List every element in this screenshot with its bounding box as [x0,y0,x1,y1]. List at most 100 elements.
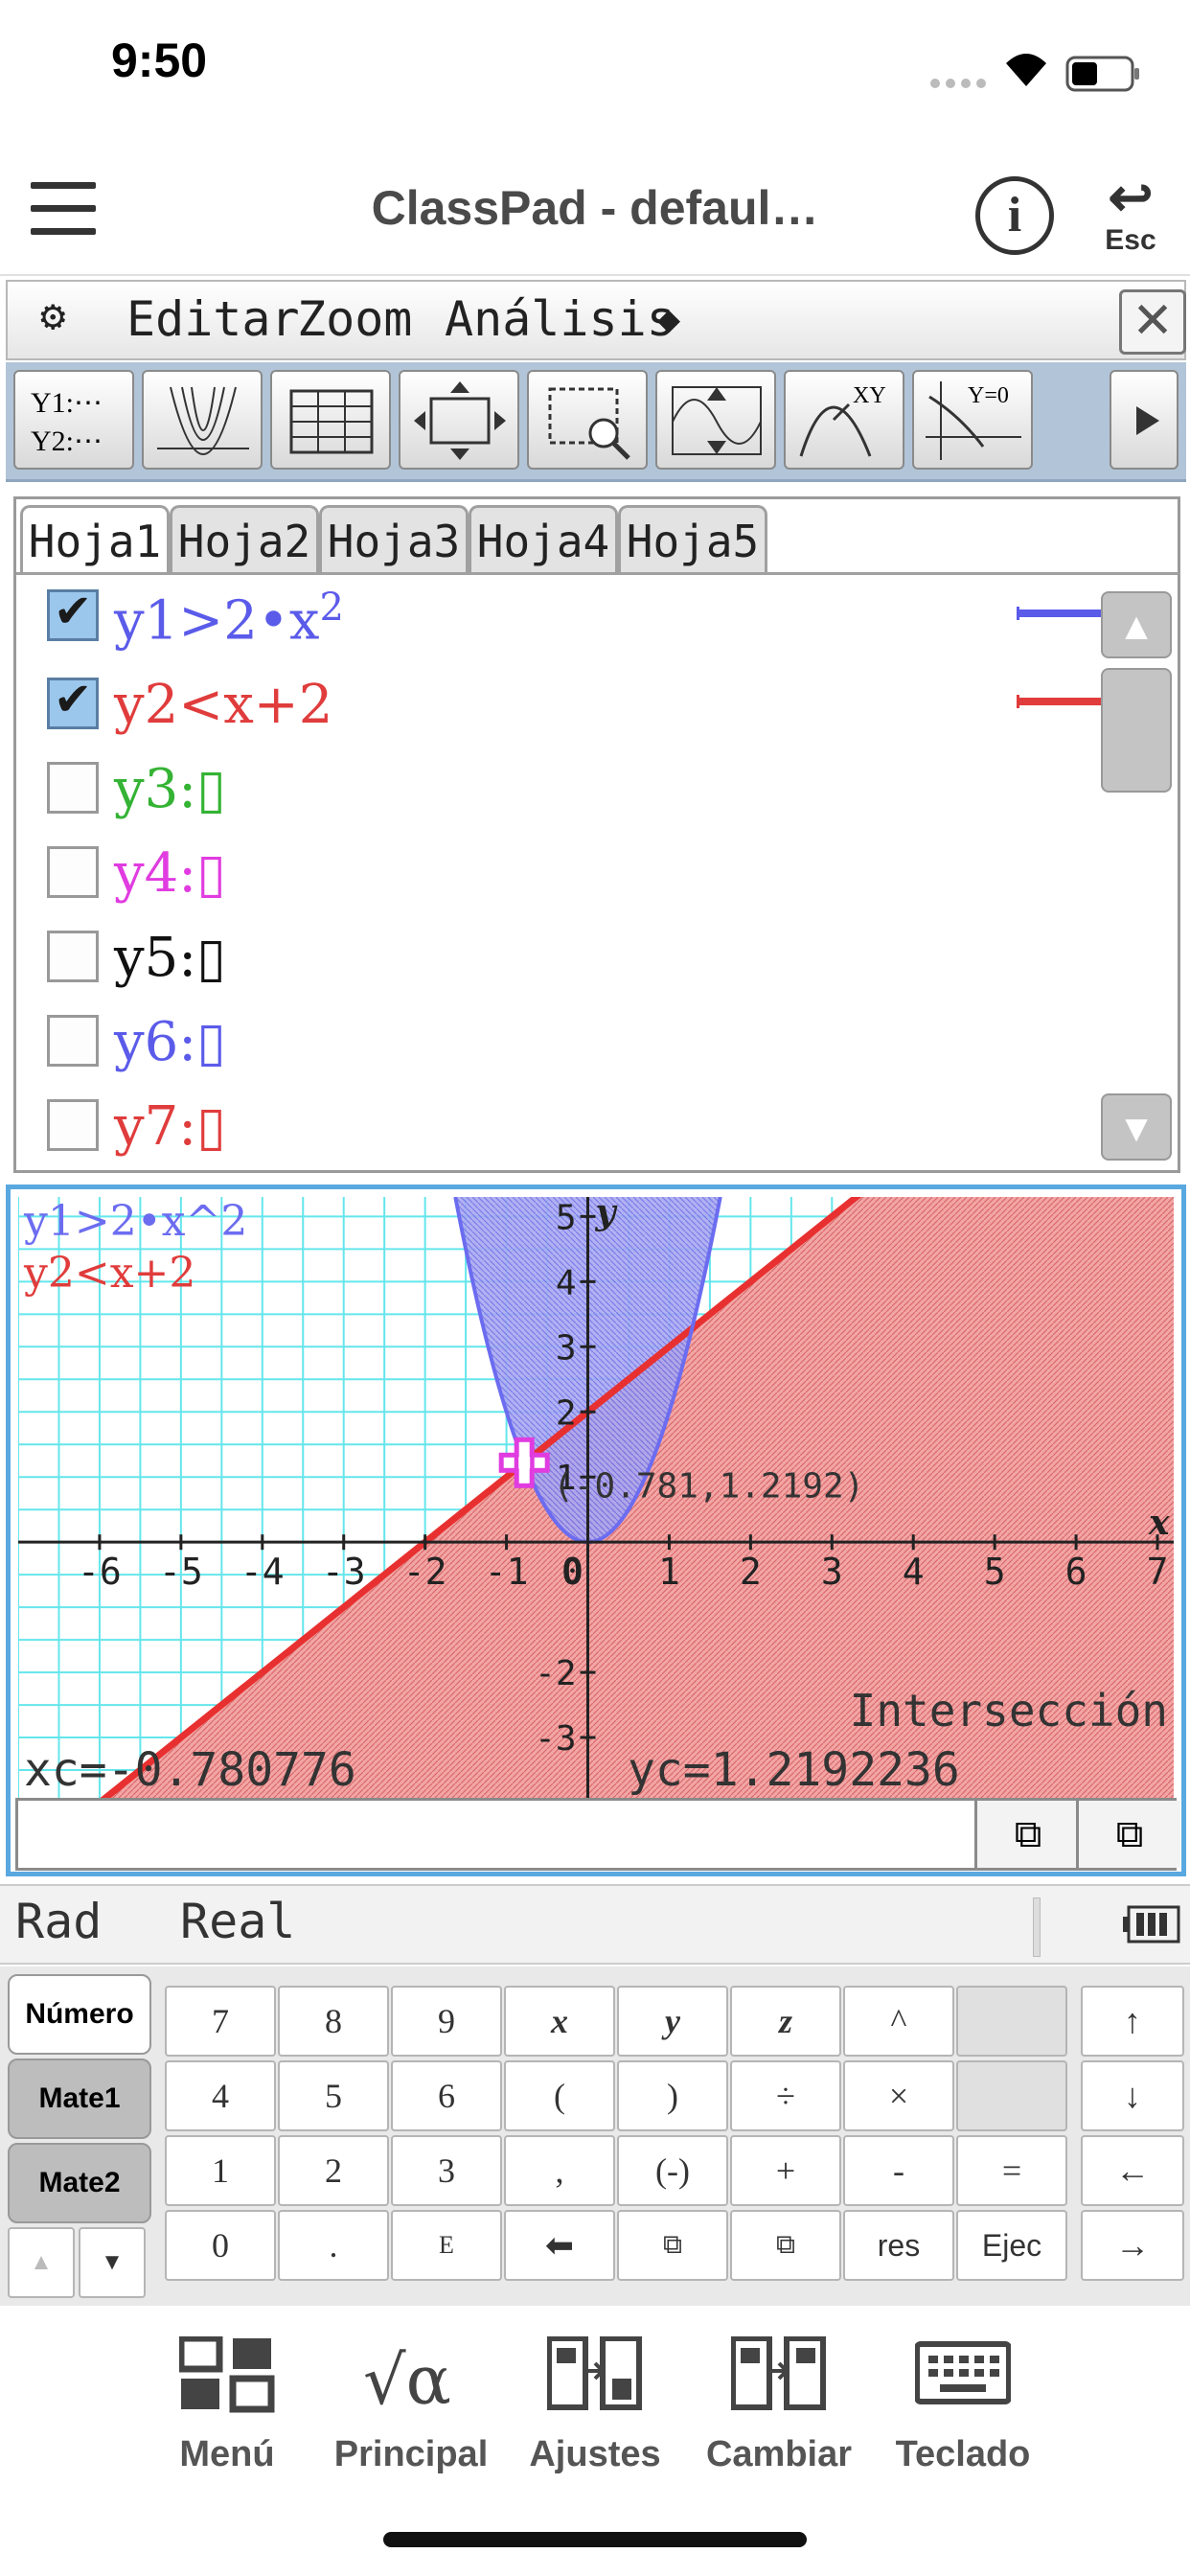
key-power[interactable]: ^ [843,1986,954,2057]
key-left-arrow[interactable]: ← [1081,2135,1184,2206]
checkbox-y2[interactable] [47,673,99,729]
tab-hoja5[interactable]: Hoja5 [618,505,767,572]
key-5[interactable]: 5 [278,2060,389,2131]
checkbox-y3[interactable] [47,762,99,814]
key-copy[interactable]: ⧉ [617,2210,728,2281]
angle-mode[interactable]: Rad [15,1894,102,1949]
tab-hoja4[interactable]: Hoja4 [469,505,618,572]
key-plus[interactable]: + [730,2135,841,2206]
tab-hoja2[interactable]: Hoja2 [170,505,319,572]
menu-zoom[interactable]: Zoom [297,291,412,347]
key-divide[interactable]: ÷ [730,2060,841,2131]
nav-cambiar[interactable]: Cambiar [688,2329,870,2482]
key-z[interactable]: z [730,1986,841,2057]
key-6[interactable]: 6 [391,2060,502,2131]
key-1[interactable]: 1 [165,2135,276,2206]
key-7[interactable]: 7 [165,1986,276,2057]
y1-y2-editor-icon[interactable]: Y1:⋯ Y2:⋯ [13,370,134,470]
equation-row-y7[interactable]: y7:▯ [32,1090,1137,1166]
info-icon[interactable]: i [975,176,1054,255]
equation-row-y3[interactable]: y3:▯ [32,752,1137,829]
key-multiply[interactable]: × [843,2060,954,2131]
gear-icon[interactable]: ⚙ [40,291,66,340]
equation-row-y2[interactable]: y2<x+2 [32,668,1137,745]
equation-row-y5[interactable]: y5:▯ [32,921,1137,998]
checkbox-y1[interactable] [47,585,99,641]
copy-icon[interactable]: ⧉ [974,1801,1079,1868]
menu-editar[interactable]: Editar [126,291,300,347]
root-y0-icon[interactable]: Y=0 [912,370,1033,470]
menu-analisis[interactable]: Análisis [445,291,675,347]
graph-window[interactable]: xy -6 -5 -4 -3 -2 -1 0 1 2 3 4 5 6 7 5 4 3 2 1 -2 -3 (-0.781… [6,1184,1186,1876]
equation-y5[interactable]: y5:▯ [114,927,226,989]
key-3[interactable]: 3 [391,2135,502,2206]
key-4[interactable]: 4 [165,2060,276,2131]
checkbox-y4[interactable] [47,846,99,898]
number-mode[interactable]: Real [180,1894,295,1949]
y-axis-label: y [595,1197,618,1232]
nav-principal[interactable]: √α Principal [320,2329,502,2482]
key-close-paren[interactable]: ) [617,2060,728,2131]
key-exponent[interactable]: E [391,2210,502,2281]
key-minus[interactable]: - [843,2135,954,2206]
scroll-down-icon[interactable]: ▼ [1101,1093,1172,1161]
nav-menu[interactable]: Menú [136,2329,318,2482]
equation-y1[interactable]: y1>2•x2 [114,586,344,653]
key-down-arrow[interactable]: ↓ [1081,2060,1184,2131]
zoom-box-icon[interactable] [527,370,648,470]
equation-y2[interactable]: y2<x+2 [114,674,332,736]
key-negative[interactable]: (-) [617,2135,728,2206]
key-open-paren[interactable]: ( [504,2060,615,2131]
checkbox-y7[interactable] [47,1099,99,1151]
graph-plot[interactable]: xy -6 -5 -4 -3 -2 -1 0 1 2 3 4 5 6 754321-2-3 (-0.781… [18,1197,1174,1803]
equation-y3[interactable]: y3:▯ [114,758,226,820]
equation-y6[interactable]: y6:▯ [114,1011,226,1073]
esc-button[interactable]: ↩ Esc [1092,171,1169,266]
nav-ajustes[interactable]: Ajustes [504,2329,686,2482]
equation-y7[interactable]: y7:▯ [114,1095,226,1158]
line-style-swatch-y1[interactable] [1017,607,1105,620]
keypad-tab-numero[interactable]: Número [8,1974,151,2055]
key-decimal[interactable]: . [278,2210,389,2281]
key-y[interactable]: y [617,1986,728,2057]
scroll-up-icon[interactable]: ▲ [1101,591,1172,658]
line-style-swatch-y2[interactable] [1017,695,1105,708]
key-equals[interactable]: = [956,2135,1067,2206]
key-paste[interactable]: ⧉ [730,2210,841,2281]
checkbox-y6[interactable] [47,1015,99,1067]
graph-input-bar[interactable]: ⧉ ⧉ [15,1798,1180,1871]
paste-icon[interactable]: ⧉ [1076,1801,1180,1868]
nav-teclado[interactable]: Teclado [872,2329,1054,2482]
key-right-arrow[interactable]: → [1081,2210,1184,2281]
key-up-arrow[interactable]: ↑ [1081,1986,1184,2057]
trace-xy-icon[interactable]: XY [784,370,904,470]
key-res[interactable]: res [843,2210,954,2281]
equation-row-y1[interactable]: y1>2•x2 [32,580,1137,656]
equation-row-y6[interactable]: y6:▯ [32,1005,1137,1082]
view-window-icon[interactable] [399,370,519,470]
equation-y4[interactable]: y4:▯ [114,842,226,905]
toolbar-scroll-right-icon[interactable] [1110,370,1179,470]
scrollbar-thumb[interactable] [1101,668,1172,793]
keypad-tab-mate2[interactable]: Mate2 [8,2143,151,2223]
key-2[interactable]: 2 [278,2135,389,2206]
keypad-tab-mate1[interactable]: Mate1 [8,2058,151,2139]
key-comma[interactable]: , [504,2135,615,2206]
key-x[interactable]: x [504,1986,615,2057]
checkbox-y5[interactable] [47,931,99,982]
tab-hoja1[interactable]: Hoja1 [20,505,170,572]
graph-family-icon[interactable] [142,370,263,470]
key-8[interactable]: 8 [278,1986,389,2057]
key-ejec[interactable]: Ejec [956,2210,1067,2281]
close-icon[interactable]: ✕ [1119,289,1186,355]
table-icon[interactable] [270,370,391,470]
key-backspace[interactable]: ⬅ [504,2210,615,2281]
diamond-menu-icon[interactable]: ◆ [657,297,680,341]
pan-graph-icon[interactable] [655,370,776,470]
equation-row-y4[interactable]: y4:▯ [32,837,1137,913]
tab-hoja3[interactable]: Hoja3 [319,505,469,572]
keypad-scroll-down-icon[interactable]: ▼ [79,2227,146,2298]
key-9[interactable]: 9 [391,1986,502,2057]
keypad-scroll-up-icon[interactable]: ▲ [8,2227,75,2298]
key-0[interactable]: 0 [165,2210,276,2281]
